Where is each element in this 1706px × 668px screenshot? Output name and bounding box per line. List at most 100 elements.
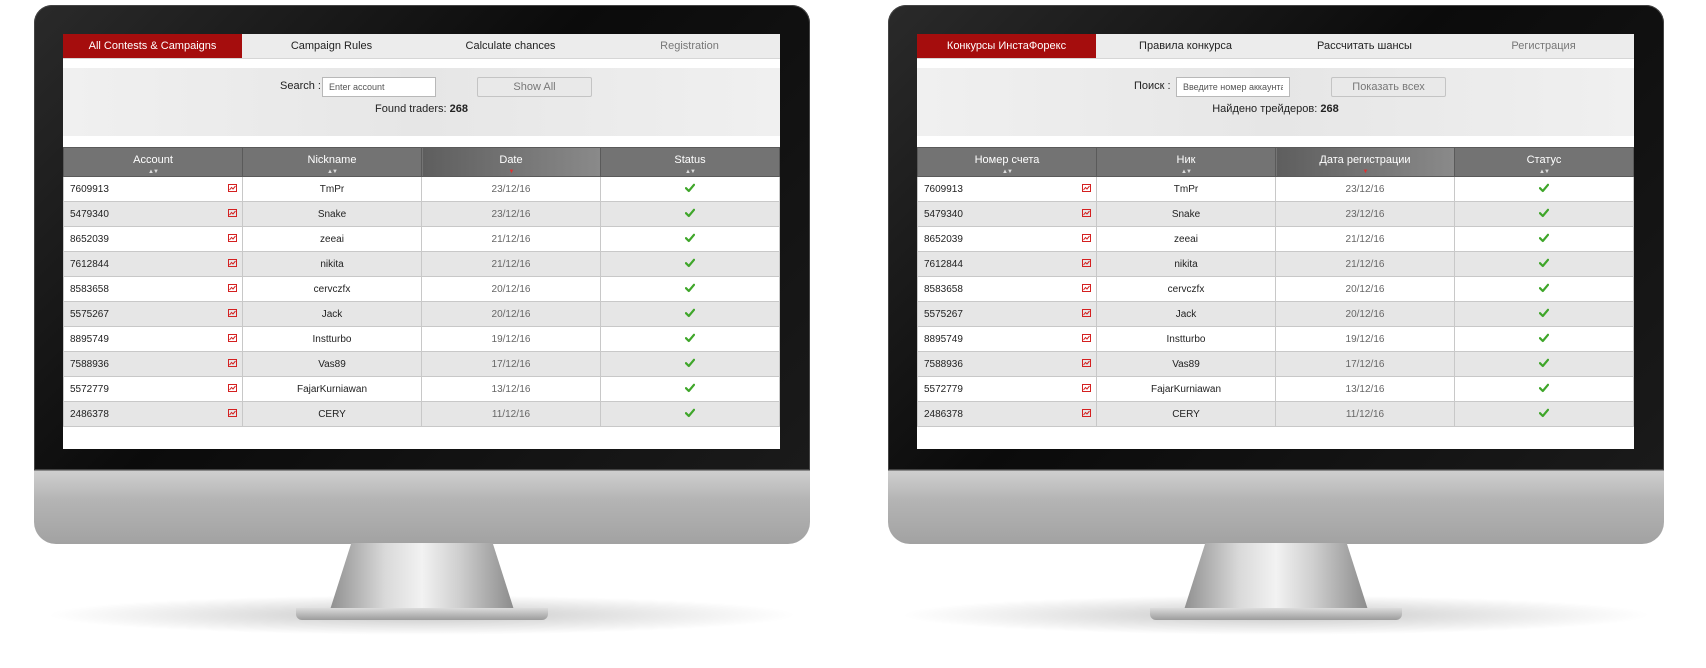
chart-icon[interactable] — [228, 234, 237, 242]
chart-icon[interactable] — [228, 309, 237, 317]
nav-tabs: Конкурсы ИнстаФорекс Правила конкурса Ра… — [917, 34, 1634, 59]
column-label: Ник — [1176, 154, 1196, 166]
nickname-cell: FajarKurniawan — [1096, 376, 1276, 402]
chart-icon[interactable] — [1082, 259, 1091, 267]
chart-icon[interactable] — [1082, 359, 1091, 367]
status-cell — [1454, 351, 1634, 377]
check-icon — [1539, 258, 1549, 267]
column-date[interactable]: Дата регистрации ▼ — [1275, 147, 1455, 177]
table-row: 8583658 cervczfx 20/12/16 — [63, 276, 780, 302]
account-number: 5572779 — [924, 383, 963, 395]
column-nickname[interactable]: Nickname ▲▼ — [242, 147, 422, 177]
chart-icon[interactable] — [228, 384, 237, 392]
column-status[interactable]: Статус ▲▼ — [1454, 147, 1634, 177]
table-row: 5575267 Jack 20/12/16 — [917, 301, 1634, 327]
table-body: 7609913 TmPr 23/12/16 5479340 Snake 23/1… — [63, 176, 780, 427]
table-row: 5572779 FajarKurniawan 13/12/16 — [63, 376, 780, 402]
chart-icon[interactable] — [228, 209, 237, 217]
check-icon — [1539, 208, 1549, 217]
account-cell: 5479340 — [917, 201, 1097, 227]
monitor-right: Конкурсы ИнстаФорекс Правила конкурса Ра… — [888, 5, 1664, 635]
column-account[interactable]: Номер счета ▲▼ — [917, 147, 1097, 177]
account-cell: 7588936 — [917, 351, 1097, 377]
chart-icon[interactable] — [228, 259, 237, 267]
check-icon — [1539, 333, 1549, 342]
search-input[interactable] — [322, 77, 436, 97]
status-cell — [600, 376, 780, 402]
account-cell: 2486378 — [63, 401, 243, 427]
nickname-cell: Snake — [1096, 201, 1276, 227]
table-row: 5479340 Snake 23/12/16 — [917, 201, 1634, 227]
column-account[interactable]: Account ▲▼ — [63, 147, 243, 177]
tab-contests[interactable]: All Contests & Campaigns — [63, 34, 242, 58]
show-all-button[interactable]: Показать всех — [1331, 77, 1446, 97]
nickname-cell: nikita — [242, 251, 422, 277]
account-number: 8895749 — [924, 333, 963, 345]
check-icon — [685, 208, 695, 217]
sort-icon: ▲▼ — [1539, 169, 1550, 175]
search-panel: Поиск : Показать всех Найдено трейдеров:… — [917, 68, 1634, 136]
nickname-cell: Jack — [242, 301, 422, 327]
search-input[interactable] — [1176, 77, 1290, 97]
chart-icon[interactable] — [1082, 184, 1091, 192]
nickname-cell: Jack — [1096, 301, 1276, 327]
chart-icon[interactable] — [1082, 334, 1091, 342]
table-row: 5479340 Snake 23/12/16 — [63, 201, 780, 227]
check-icon — [685, 383, 695, 392]
account-number: 7609913 — [924, 183, 963, 195]
tab-rules[interactable]: Правила конкурса — [1096, 34, 1275, 58]
chart-icon[interactable] — [228, 184, 237, 192]
date-cell: 21/12/16 — [421, 251, 601, 277]
check-icon — [1539, 183, 1549, 192]
chart-icon[interactable] — [228, 409, 237, 417]
monitor-chin — [34, 470, 810, 544]
column-date[interactable]: Date ▼ — [421, 147, 601, 177]
column-status[interactable]: Status ▲▼ — [600, 147, 780, 177]
column-label: Дата регистрации — [1319, 154, 1411, 166]
found-label: Найдено трейдеров: — [1212, 103, 1318, 115]
chart-icon[interactable] — [1082, 209, 1091, 217]
monitor-bezel: Конкурсы ИнстаФорекс Правила конкурса Ра… — [888, 5, 1664, 470]
status-cell — [600, 301, 780, 327]
date-cell: 23/12/16 — [421, 201, 601, 227]
chart-icon[interactable] — [1082, 234, 1091, 242]
account-number: 7588936 — [70, 358, 109, 370]
account-number: 5575267 — [924, 308, 963, 320]
status-cell — [1454, 276, 1634, 302]
chart-icon[interactable] — [1082, 309, 1091, 317]
monitor-base — [1150, 608, 1402, 620]
chart-icon[interactable] — [1082, 284, 1091, 292]
status-cell — [1454, 376, 1634, 402]
chart-icon[interactable] — [228, 334, 237, 342]
check-icon — [1539, 408, 1549, 417]
tab-contests[interactable]: Конкурсы ИнстаФорекс — [917, 34, 1096, 58]
date-cell: 23/12/16 — [1275, 176, 1455, 202]
status-cell — [600, 176, 780, 202]
chart-icon[interactable] — [1082, 409, 1091, 417]
table-row: 5575267 Jack 20/12/16 — [63, 301, 780, 327]
monitor-base — [296, 608, 548, 620]
monitor-chin — [888, 470, 1664, 544]
chart-icon[interactable] — [228, 359, 237, 367]
table-row: 7609913 TmPr 23/12/16 — [63, 176, 780, 202]
show-all-button[interactable]: Show All — [477, 77, 592, 97]
check-icon — [685, 358, 695, 367]
tab-calculate[interactable]: Calculate chances — [421, 34, 600, 58]
status-cell — [600, 351, 780, 377]
account-number: 7612844 — [924, 258, 963, 270]
date-cell: 11/12/16 — [421, 401, 601, 427]
table-row: 8895749 Instturbo 19/12/16 — [917, 326, 1634, 352]
status-cell — [600, 226, 780, 252]
column-nickname[interactable]: Ник ▲▼ — [1096, 147, 1276, 177]
account-number: 7612844 — [70, 258, 109, 270]
chart-icon[interactable] — [1082, 384, 1091, 392]
tab-rules[interactable]: Campaign Rules — [242, 34, 421, 58]
tab-registration[interactable]: Registration — [600, 34, 779, 58]
date-cell: 19/12/16 — [1275, 326, 1455, 352]
check-icon — [1539, 308, 1549, 317]
search-label: Поиск : — [1134, 80, 1171, 92]
chart-icon[interactable] — [228, 284, 237, 292]
tab-calculate[interactable]: Рассчитать шансы — [1275, 34, 1454, 58]
table-row: 7612844 nikita 21/12/16 — [63, 251, 780, 277]
tab-registration[interactable]: Регистрация — [1454, 34, 1633, 58]
